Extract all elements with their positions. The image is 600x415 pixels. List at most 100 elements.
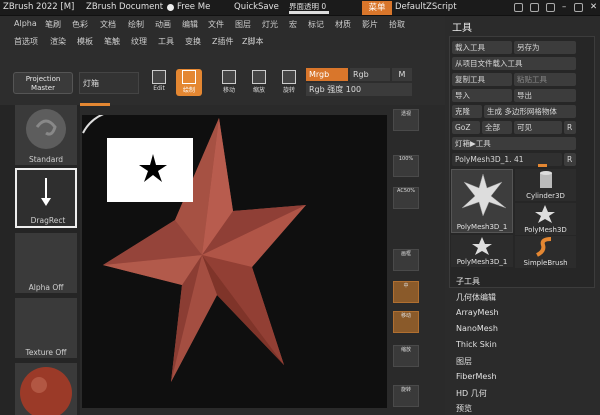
all-button[interactable]: 全部 [482, 121, 512, 134]
transparency-slider[interactable] [289, 11, 329, 14]
tool-thumb-simplebrush[interactable]: SimpleBrush [515, 236, 576, 268]
rgb-toggle[interactable]: Rgb [350, 68, 390, 81]
menu-zscript[interactable]: Z脚本 [242, 36, 263, 47]
brush-label: Standard [28, 155, 64, 164]
ac50-button[interactable]: AC50% [393, 187, 419, 209]
minimize-icon[interactable]: – [562, 2, 566, 12]
default-zscript[interactable]: DefaultZScript [395, 2, 457, 12]
menu-brush[interactable]: 笔刷 [45, 19, 61, 30]
document-menu[interactable]: ZBrush Document [86, 2, 163, 12]
move-view-button[interactable]: 移动 [393, 311, 419, 333]
menu-marker[interactable]: 标记 [308, 19, 324, 30]
memory-dot-icon [167, 4, 174, 11]
scale-button[interactable]: 缩放 [246, 69, 272, 96]
menu-document[interactable]: 文档 [100, 19, 116, 30]
menu-render[interactable]: 渲染 [50, 36, 66, 47]
perspective-button[interactable]: 透视 [393, 109, 419, 131]
subpalette-hd-geometry[interactable]: HD 几何 [456, 388, 487, 399]
menu-macro[interactable]: 宏 [289, 19, 297, 30]
refresh-r-button[interactable]: R [564, 121, 576, 134]
texture-selector[interactable]: Texture Off [15, 298, 77, 358]
menu-alpha[interactable]: Alpha [14, 19, 37, 28]
zoom-100-button[interactable]: 100% [393, 155, 419, 177]
menu-color[interactable]: 色彩 [72, 19, 88, 30]
subpalette-arraymesh[interactable]: ArrayMesh [456, 308, 499, 317]
left-shelf: Standard DragRect Alpha Off Texture Off [0, 105, 80, 415]
brush-selector[interactable]: Standard [15, 105, 77, 165]
menu-layer[interactable]: 图层 [235, 19, 251, 30]
projection-master-button[interactable]: Projection Master [13, 72, 73, 94]
layout-icon[interactable] [530, 3, 539, 12]
subpalette-fibermesh[interactable]: FiberMesh [456, 372, 497, 381]
subpalette-geometry[interactable]: 几何体编辑 [456, 292, 496, 303]
menu-texture[interactable]: 纹理 [131, 36, 147, 47]
import-button[interactable]: 导入 [452, 89, 512, 102]
canvas-viewport[interactable] [82, 115, 387, 408]
center-button[interactable]: 中 [393, 281, 419, 303]
lightbox-card [107, 138, 193, 202]
save-as-button[interactable]: 另存为 [514, 41, 576, 54]
menu-tool[interactable]: 工具 [158, 36, 174, 47]
menu-movie-anim[interactable]: 动画 [155, 19, 171, 30]
scale-view-button[interactable]: 缩放 [393, 345, 419, 367]
rotate-view-button[interactable]: 旋转 [393, 385, 419, 407]
lightbox-button[interactable]: 灯箱 [79, 72, 139, 94]
tool-slider-knob[interactable] [538, 164, 547, 167]
goz-button[interactable]: GoZ [452, 121, 480, 134]
rotate-view-label: 旋转 [400, 387, 411, 393]
export-button[interactable]: 导出 [514, 89, 576, 102]
rotate-button[interactable]: 旋转 [276, 69, 302, 96]
menu-button[interactable]: 菜单 [362, 1, 392, 15]
stroke-selector[interactable]: DragRect [15, 168, 77, 228]
make-polymesh-button[interactable]: 生成 多边形网格物体 [484, 105, 576, 118]
tool-thumb-polymesh3d[interactable]: PolyMesh3D [515, 203, 576, 235]
menu-movie[interactable]: 影片 [362, 19, 378, 30]
tool-slider-r-button[interactable]: R [564, 153, 576, 166]
menu-light[interactable]: 灯光 [262, 19, 278, 30]
menu-file[interactable]: 文件 [208, 19, 224, 30]
load-tool-button[interactable]: 载入工具 [452, 41, 512, 54]
paste-tool-button[interactable]: 粘贴工具 [514, 73, 576, 86]
simplebrush-icon [536, 237, 552, 257]
tool-thumb-polymesh[interactable]: PolyMesh3D_1 [451, 169, 513, 233]
frame-button[interactable]: 画框 [393, 249, 419, 271]
menu-draw[interactable]: 绘制 [128, 19, 144, 30]
m-toggle[interactable]: M [392, 68, 412, 81]
right-shelf: 透视 100% AC50% 画框 中 移动 缩放 旋转 [387, 105, 445, 415]
menu-material[interactable]: 材质 [335, 19, 351, 30]
tool-thumb-polymesh-small[interactable]: PolyMesh3D_1 [451, 235, 513, 267]
subpalette-subtool[interactable]: 子工具 [456, 276, 480, 287]
close-icon[interactable]: ✕ [590, 2, 597, 12]
quicksave-button[interactable]: QuickSave [234, 2, 279, 12]
move-label: 移动 [222, 87, 235, 94]
lightbox-tools-button[interactable]: 灯箱▶工具 [452, 137, 576, 150]
maximize-icon[interactable] [574, 3, 583, 12]
clone-button[interactable]: 克隆 [452, 105, 482, 118]
material-selector[interactable] [15, 363, 77, 415]
edit-button[interactable]: Edit [146, 69, 172, 96]
small-star-icon [472, 237, 492, 255]
draw-button[interactable]: 绘制 [176, 69, 202, 96]
copy-tool-button[interactable]: 复制工具 [452, 73, 512, 86]
menu-transform[interactable]: 变换 [185, 36, 201, 47]
subpalette-preview[interactable]: 预览 [456, 403, 472, 414]
menu-picker[interactable]: 拾取 [389, 19, 405, 30]
cylinder-icon [540, 171, 552, 188]
rgb-intensity-slider[interactable]: Rgb 强度 100 [306, 83, 412, 96]
move-button[interactable]: 移动 [216, 69, 242, 96]
subpalette-layers[interactable]: 图层 [456, 356, 472, 367]
subpalette-nanomesh[interactable]: NanoMesh [456, 324, 498, 333]
load-from-project-button[interactable]: 从项目文件载入工具 [452, 57, 576, 70]
menu-zplugin[interactable]: Z插件 [212, 36, 233, 47]
menu-edit[interactable]: 编辑 [182, 19, 198, 30]
window-icon[interactable] [546, 3, 555, 12]
tool-thumb-cylinder[interactable]: Cylinder3D [515, 169, 576, 201]
menu-stroke[interactable]: 笔触 [104, 36, 120, 47]
menu-stencil[interactable]: 模板 [77, 36, 93, 47]
toggle-icon[interactable] [514, 3, 523, 12]
menu-preferences[interactable]: 首选项 [14, 36, 38, 47]
mrgb-toggle[interactable]: Mrgb [306, 68, 348, 81]
subpalette-thickskin[interactable]: Thick Skin [456, 340, 497, 349]
alpha-selector[interactable]: Alpha Off [15, 233, 77, 293]
visible-button[interactable]: 可见 [514, 121, 562, 134]
